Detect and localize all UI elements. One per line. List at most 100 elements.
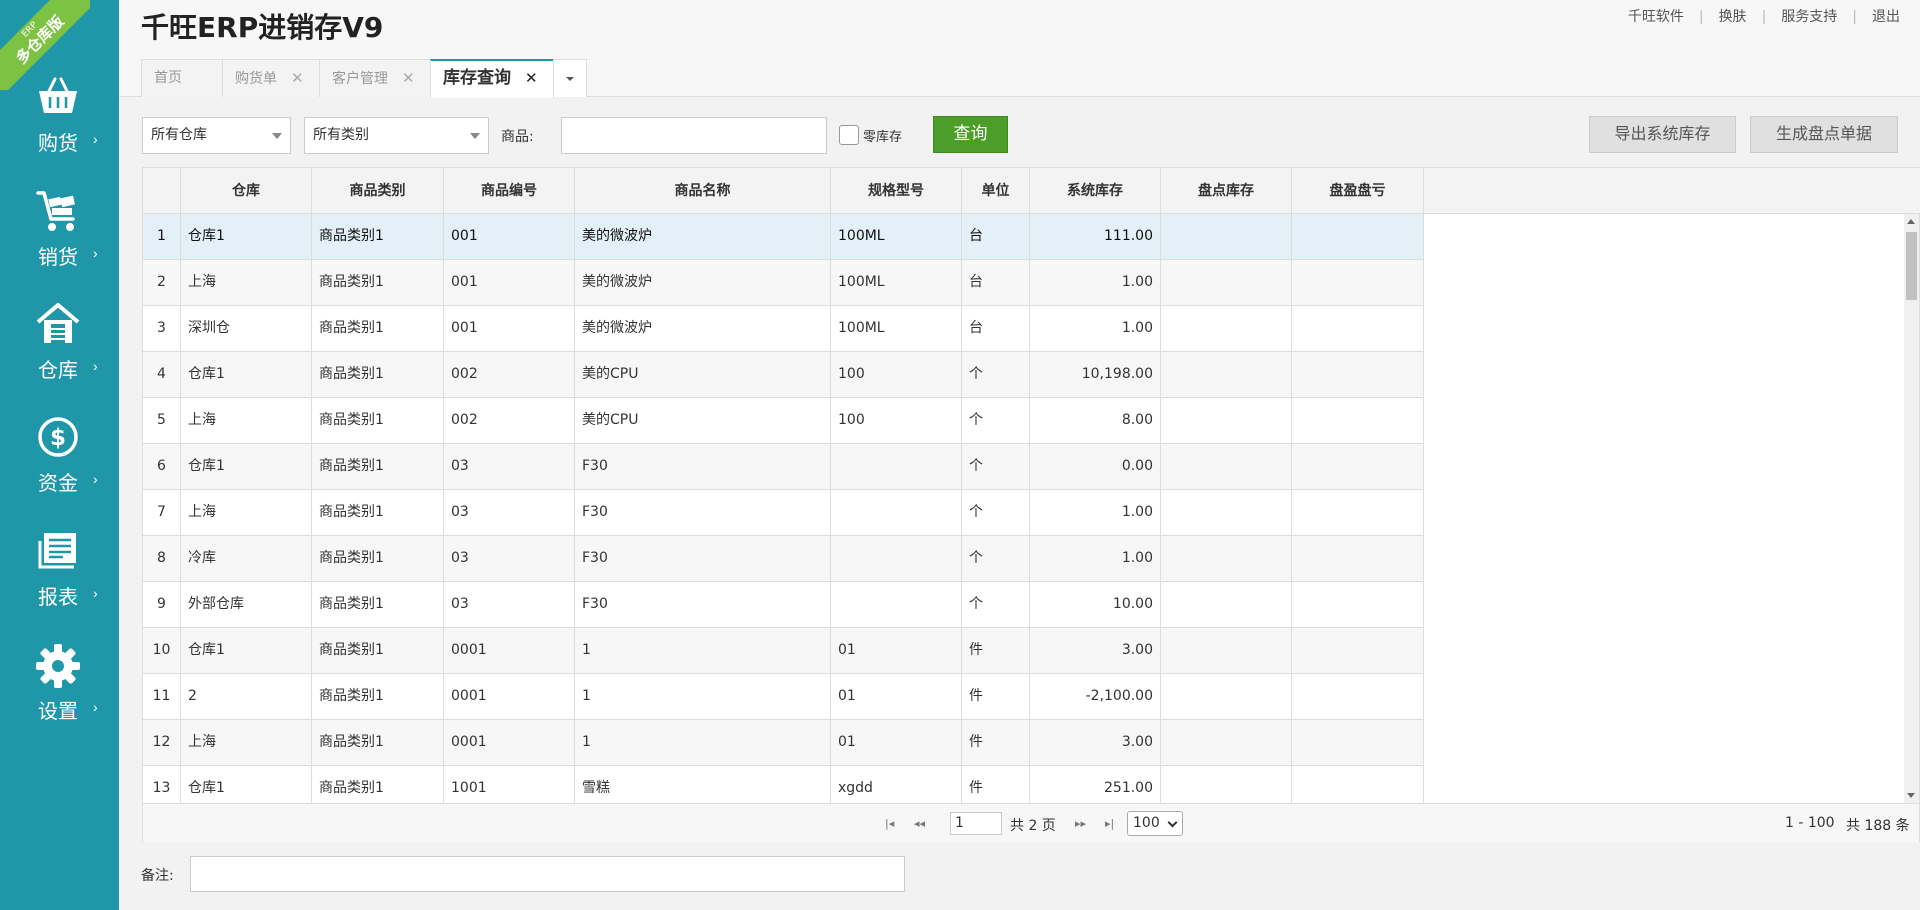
tab-more-dropdown[interactable] <box>553 59 587 97</box>
tab-purchase-order[interactable]: 购货单 ✕ <box>222 59 320 97</box>
cell-count-stock[interactable] <box>1161 628 1292 673</box>
cell-unit: 个 <box>962 536 1030 581</box>
close-icon[interactable]: ✕ <box>402 69 415 87</box>
cell-diff <box>1292 260 1424 305</box>
cell-system-stock: 1.00 <box>1030 490 1161 535</box>
cell-name: 美的微波炉 <box>575 306 831 351</box>
chevron-down-icon <box>1167 817 1178 828</box>
cell-unit: 个 <box>962 352 1030 397</box>
page-size-select[interactable]: 100 <box>1127 811 1183 836</box>
col-name-header[interactable]: 商品名称 <box>575 168 831 214</box>
next-page-icon[interactable]: ▸▸ <box>1075 817 1086 830</box>
cell-category: 商品类别1 <box>312 444 444 489</box>
warehouse-select[interactable]: 所有仓库 <box>142 117 291 154</box>
nav-settings[interactable]: 设置 › <box>0 643 119 743</box>
remark-input[interactable] <box>190 856 905 892</box>
link-skin[interactable]: 换肤 <box>1719 9 1747 25</box>
cell-warehouse: 上海 <box>181 490 312 535</box>
table-row[interactable]: 7 上海 商品类别1 03 F30 个 1.00 <box>143 490 1424 536</box>
cell-name: F30 <box>575 444 831 489</box>
col-warehouse-header[interactable]: 仓库 <box>181 168 312 214</box>
table-row[interactable]: 6 仓库1 商品类别1 03 F30 个 0.00 <box>143 444 1424 490</box>
cell-count-stock[interactable] <box>1161 306 1292 351</box>
cell-name: F30 <box>575 582 831 627</box>
table-row[interactable]: 1 仓库1 商品类别1 001 美的微波炉 100ML 台 111.00 <box>143 214 1424 260</box>
cell-count-stock[interactable] <box>1161 260 1292 305</box>
dollar-icon: $ <box>38 417 78 457</box>
col-diff-header[interactable]: 盘盈盘亏 <box>1292 168 1424 214</box>
page-input[interactable]: 1 <box>950 812 1002 835</box>
nav-warehouse[interactable]: 仓库 › <box>0 302 119 402</box>
nav-sales[interactable]: 销货 › <box>0 189 119 289</box>
caret-down-icon <box>566 77 574 81</box>
table-row[interactable]: 2 上海 商品类别1 001 美的微波炉 100ML 台 1.00 <box>143 260 1424 306</box>
cell-code: 001 <box>444 214 575 259</box>
cell-spec <box>831 582 962 627</box>
vertical-scrollbar[interactable] <box>1904 214 1919 803</box>
table-row[interactable]: 12 上海 商品类别1 0001 1 01 件 3.00 <box>143 720 1424 766</box>
table-row[interactable]: 10 仓库1 商品类别1 0001 1 01 件 3.00 <box>143 628 1424 674</box>
toolbar: 所有仓库 所有类别 商品: 零库存 查询 导出系统库存 生成盘点单据 <box>119 97 1920 167</box>
col-category-header[interactable]: 商品类别 <box>312 168 444 214</box>
last-page-icon[interactable]: ▸| <box>1105 817 1114 830</box>
product-input[interactable] <box>561 117 827 154</box>
cell-index: 8 <box>143 536 181 581</box>
generate-count-button[interactable]: 生成盘点单据 <box>1750 116 1898 153</box>
cell-system-stock: -2,100.00 <box>1030 674 1161 719</box>
table-row[interactable]: 4 仓库1 商品类别1 002 美的CPU 100 个 10,198.00 <box>143 352 1424 398</box>
tab-purchase-order-label: 购货单 <box>235 71 277 87</box>
record-total-text: 共 188 条 <box>1846 818 1910 834</box>
category-select[interactable]: 所有类别 <box>304 117 489 154</box>
first-page-icon[interactable]: |◂ <box>885 817 894 830</box>
cell-count-stock[interactable] <box>1161 444 1292 489</box>
prev-page-icon[interactable]: ◂◂ <box>914 817 925 830</box>
scroll-down-icon[interactable] <box>1907 793 1915 798</box>
table-row[interactable]: 11 2 商品类别1 0001 1 01 件 -2,100.00 <box>143 674 1424 720</box>
col-index-header <box>143 168 181 214</box>
table-row[interactable]: 3 深圳仓 商品类别1 001 美的微波炉 100ML 台 1.00 <box>143 306 1424 352</box>
export-stock-button[interactable]: 导出系统库存 <box>1589 116 1736 153</box>
col-spec-header[interactable]: 规格型号 <box>831 168 962 214</box>
col-unit-header[interactable]: 单位 <box>962 168 1030 214</box>
link-support[interactable]: 服务支持 <box>1781 9 1837 25</box>
nav-funds[interactable]: $ 资金 › <box>0 415 119 515</box>
table-row[interactable]: 9 外部仓库 商品类别1 03 F30 个 10.00 <box>143 582 1424 628</box>
record-range-text: 1 - 100 <box>1785 815 1835 831</box>
col-code-header[interactable]: 商品编号 <box>444 168 575 214</box>
link-logout[interactable]: 退出 <box>1872 9 1900 25</box>
table-row[interactable]: 13 仓库1 商品类别1 1001 雪糕 xgdd 件 251.00 <box>143 766 1424 803</box>
nav-purchase[interactable]: 购货 › <box>0 75 119 175</box>
cell-count-stock[interactable] <box>1161 536 1292 581</box>
col-count-stock-header[interactable]: 盘点库存 <box>1161 168 1292 214</box>
cell-count-stock[interactable] <box>1161 674 1292 719</box>
nav-settings-label: 设置 <box>38 699 78 723</box>
close-icon[interactable]: ✕ <box>525 69 538 87</box>
link-company[interactable]: 千旺软件 <box>1628 9 1684 25</box>
cell-unit: 台 <box>962 260 1030 305</box>
cell-system-stock: 3.00 <box>1030 720 1161 765</box>
close-icon[interactable]: ✕ <box>291 69 304 87</box>
warehouse-select-value: 所有仓库 <box>151 127 207 143</box>
cell-count-stock[interactable] <box>1161 490 1292 535</box>
cell-category: 商品类别1 <box>312 398 444 443</box>
zero-stock-checkbox[interactable] <box>839 125 859 145</box>
cell-count-stock[interactable] <box>1161 398 1292 443</box>
cell-count-stock[interactable] <box>1161 352 1292 397</box>
scroll-thumb[interactable] <box>1906 232 1917 300</box>
cell-count-stock[interactable] <box>1161 766 1292 803</box>
scroll-up-icon[interactable] <box>1907 219 1915 224</box>
nav-reports[interactable]: 报表 › <box>0 529 119 629</box>
tab-home[interactable]: 首页 <box>141 59 223 97</box>
col-system-stock-header[interactable]: 系统库存 <box>1030 168 1161 214</box>
cell-index: 11 <box>143 674 181 719</box>
cell-count-stock[interactable] <box>1161 582 1292 627</box>
table-row[interactable]: 5 上海 商品类别1 002 美的CPU 100 个 8.00 <box>143 398 1424 444</box>
tab-inventory-query[interactable]: 库存查询 ✕ <box>430 59 554 98</box>
tab-customer[interactable]: 客户管理 ✕ <box>319 59 431 97</box>
cell-count-stock[interactable] <box>1161 214 1292 259</box>
query-button[interactable]: 查询 <box>933 116 1008 153</box>
table-row[interactable]: 8 冷库 商品类别1 03 F30 个 1.00 <box>143 536 1424 582</box>
tab-customer-label: 客户管理 <box>332 71 388 87</box>
cell-count-stock[interactable] <box>1161 720 1292 765</box>
cell-spec: 100 <box>831 398 962 443</box>
